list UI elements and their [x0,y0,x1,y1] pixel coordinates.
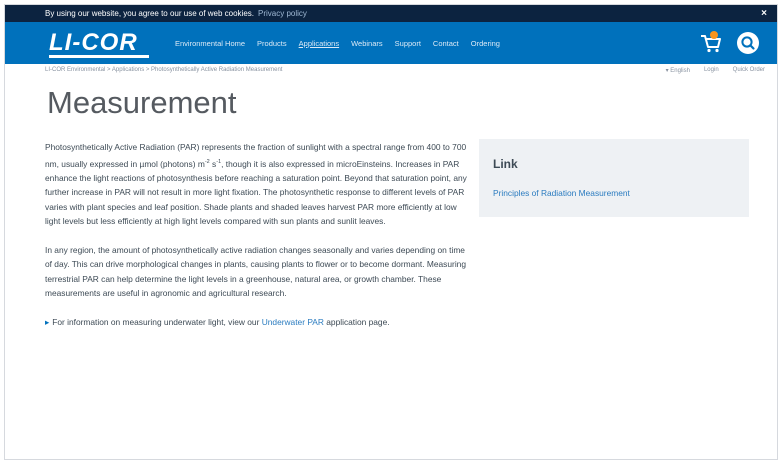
privacy-policy-link[interactable]: Privacy policy [258,9,307,18]
underwater-par-link[interactable]: Underwater PAR [262,317,324,327]
login-link[interactable]: Login [704,67,719,74]
nav-applications[interactable]: Applications [299,39,339,48]
language-selector[interactable]: ▾ English [666,67,690,74]
intro-paragraph: Photosynthetically Active Radiation (PAR… [45,142,467,227]
licor-logo[interactable]: LI-COR [49,30,138,56]
logo-underline [49,55,149,58]
search-button[interactable] [737,32,759,54]
site-header: LI-COR Environmental Home Products Appli… [5,22,777,64]
cart-icon[interactable] [699,31,723,55]
region-paragraph: In any region, the amount of photosynthe… [45,244,466,299]
nav-support[interactable]: Support [395,39,421,48]
nav-webinars[interactable]: Webinars [351,39,383,48]
nav-environmental-home[interactable]: Environmental Home [175,39,245,48]
breadcrumb-bar: LI-COR Environmental > Applications > Ph… [5,64,777,78]
quick-order-link[interactable]: Quick Order [733,67,765,74]
related-links-box: Link Principles of Radiation Measurement [479,139,749,217]
cookie-close-button[interactable]: × [761,5,767,22]
cookie-bar: By using our website, you agree to our u… [5,5,777,22]
nav-products[interactable]: Products [257,39,287,48]
browser-viewport: By using our website, you agree to our u… [4,4,778,460]
page-title: Measurement [47,85,237,120]
cart-count-badge [710,31,718,39]
search-icon [741,36,755,50]
radiation-measurement-link[interactable]: Principles of Radiation Measurement [493,188,630,198]
utility-links: ▾ English Login Quick Order [666,67,765,74]
underwater-note: ▸ For information on measuring underwater… [45,316,390,327]
main-content: Photosynthetically Active Radiation (PAR… [45,140,467,329]
main-nav: Environmental Home Products Applications… [175,22,500,64]
cookie-message: By using our website, you agree to our u… [45,9,307,18]
breadcrumb[interactable]: LI-COR Environmental > Applications > Ph… [45,67,282,73]
nav-contact[interactable]: Contact [433,39,459,48]
nav-ordering[interactable]: Ordering [471,39,500,48]
arrow-right-icon: ▸ [45,316,50,327]
sidebar-heading: Link [493,157,518,171]
